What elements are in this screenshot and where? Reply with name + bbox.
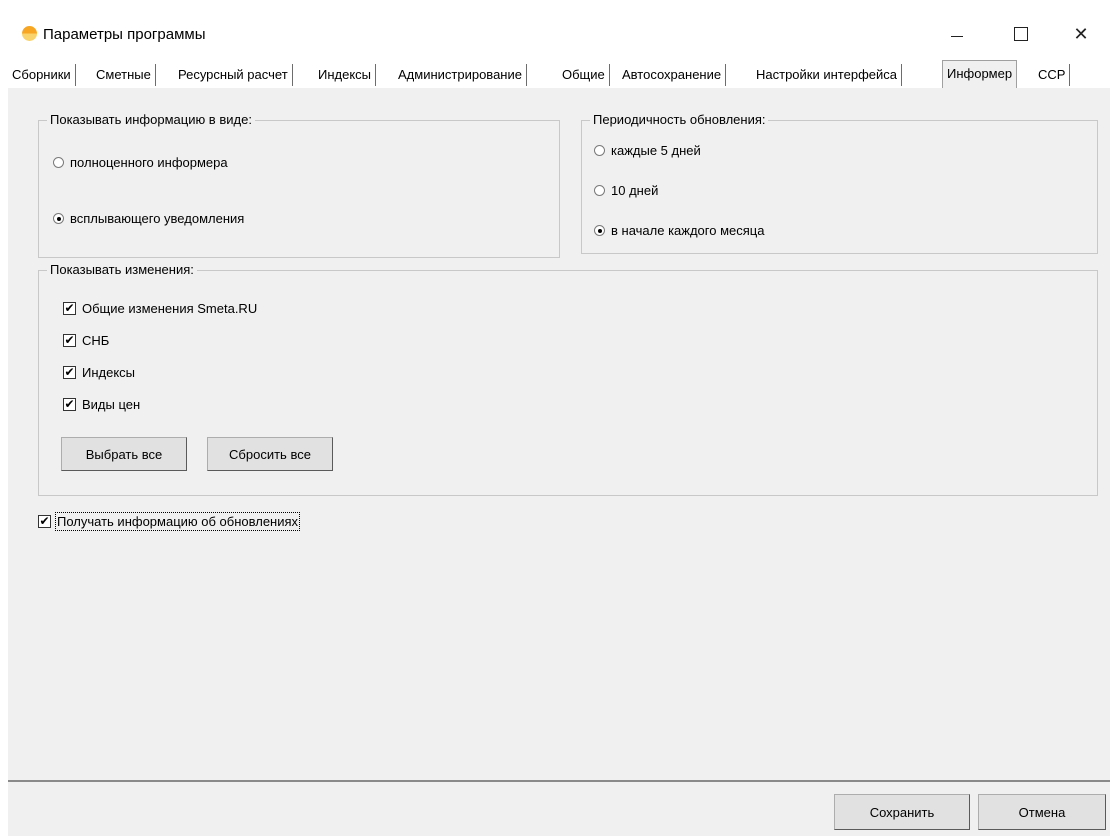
minimize-button[interactable] (934, 16, 980, 52)
reset-all-button[interactable]: Сбросить все (207, 437, 333, 471)
radio-popup-notification-label: всплывающего уведомления (70, 211, 245, 226)
radio-full-informer[interactable]: полноценного информера (53, 155, 228, 170)
title-bar: Параметры программы ✕ (8, 8, 1110, 60)
window-title: Параметры программы (43, 26, 206, 43)
radio-10-days-label: 10 дней (611, 183, 659, 198)
show-changes-legend: Показывать изменения: (47, 262, 197, 278)
radio-popup-notification[interactable]: всплывающего уведомления (53, 211, 244, 226)
maximize-button[interactable] (998, 16, 1044, 52)
radio-popup-notification-indicator[interactable] (53, 213, 64, 224)
radio-start-of-month[interactable]: в начале каждого месяца (594, 223, 764, 238)
tab-administration[interactable]: Администрирование (394, 64, 527, 86)
radio-10-days[interactable]: 10 дней (594, 183, 658, 198)
show-changes-group: Показывать изменения: ✔ Общие изменения … (38, 262, 1098, 496)
window-left-edge (0, 8, 8, 836)
tab-general[interactable]: Общие (558, 64, 610, 86)
tab-ssr[interactable]: ССР (1034, 64, 1071, 86)
tab-resource-calc[interactable]: Ресурсный расчет (174, 64, 293, 86)
update-period-legend: Периодичность обновления: (590, 112, 769, 128)
informer-tab-content: Показывать информацию в виде: полноценно… (8, 88, 1110, 780)
checkbox-receive-updates[interactable]: ✔ Получать информацию об обновлениях (38, 512, 301, 531)
tab-smetnye[interactable]: Сметные (92, 64, 156, 86)
tab-interface-settings[interactable]: Настройки интерфейса (752, 64, 902, 86)
save-button[interactable]: Сохранить (834, 794, 970, 830)
update-period-group: Периодичность обновления: каждые 5 дней … (581, 112, 1098, 254)
radio-10-days-indicator[interactable] (594, 185, 605, 196)
tab-indexes[interactable]: Индексы (314, 64, 377, 86)
checkbox-general-changes-box[interactable]: ✔ (63, 302, 76, 315)
tab-informer[interactable]: Информер (942, 60, 1018, 88)
select-all-button[interactable]: Выбрать все (61, 437, 187, 471)
checkbox-indexes[interactable]: ✔ Индексы (63, 365, 135, 380)
tab-sborniki[interactable]: Сборники (8, 64, 76, 86)
radio-every-5-days-label: каждые 5 дней (611, 143, 701, 158)
checkbox-indexes-label: Индексы (82, 365, 136, 380)
checkbox-price-types-label: Виды цен (82, 397, 141, 412)
checkbox-indexes-box[interactable]: ✔ (63, 366, 76, 379)
dialog-footer: Сохранить Отмена (8, 780, 1110, 836)
checkbox-price-types-box[interactable]: ✔ (63, 398, 76, 411)
cancel-button[interactable]: Отмена (978, 794, 1106, 830)
settings-window: Параметры программы ✕ Сборники Сметные Р… (0, 0, 1110, 836)
checkbox-snb[interactable]: ✔ СНБ (63, 333, 109, 348)
checkbox-general-changes-label: Общие изменения Smeta.RU (82, 301, 258, 316)
tab-strip: Сборники Сметные Ресурсный расчет Индекс… (8, 60, 1110, 89)
checkbox-snb-label: СНБ (82, 333, 110, 348)
app-logo-icon (22, 26, 37, 41)
radio-start-of-month-indicator[interactable] (594, 225, 605, 236)
checkbox-receive-updates-label: Получать информацию об обновлениях (54, 512, 301, 531)
radio-every-5-days[interactable]: каждые 5 дней (594, 143, 701, 158)
display-mode-group: Показывать информацию в виде: полноценно… (38, 112, 560, 258)
checkbox-receive-updates-box[interactable]: ✔ (38, 515, 51, 528)
close-icon: ✕ (1073, 23, 1089, 44)
checkbox-price-types[interactable]: ✔ Виды цен (63, 397, 140, 412)
radio-every-5-days-indicator[interactable] (594, 145, 605, 156)
maximize-icon (1014, 27, 1028, 41)
radio-full-informer-label: полноценного информера (70, 155, 228, 170)
radio-start-of-month-label: в начале каждого месяца (611, 223, 765, 238)
close-button[interactable]: ✕ (1058, 16, 1104, 52)
checkbox-snb-box[interactable]: ✔ (63, 334, 76, 347)
checkbox-general-changes[interactable]: ✔ Общие изменения Smeta.RU (63, 301, 257, 316)
radio-full-informer-indicator[interactable] (53, 157, 64, 168)
outer-strip (0, 0, 1110, 8)
display-mode-legend: Показывать информацию в виде: (47, 112, 255, 128)
minimize-icon (951, 35, 963, 37)
tab-autosave[interactable]: Автосохранение (618, 64, 727, 86)
